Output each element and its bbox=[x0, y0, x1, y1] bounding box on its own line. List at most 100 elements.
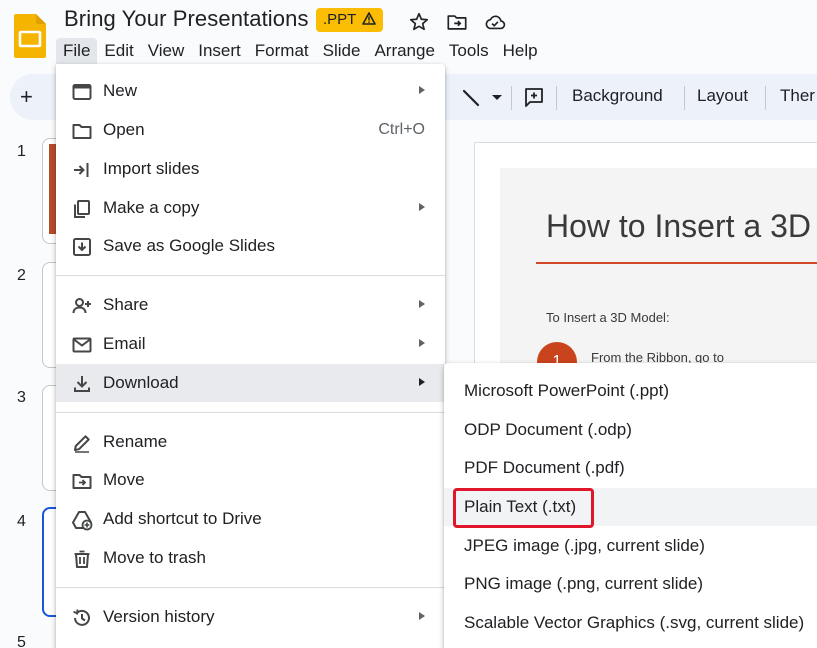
menu-item-label: Email bbox=[103, 334, 146, 353]
menu-divider bbox=[56, 412, 445, 413]
menu-item-label: Add shortcut to Drive bbox=[103, 509, 262, 528]
submenu-item-label: PNG image (.png, current slide) bbox=[464, 574, 704, 593]
file-menu-move-to-trash[interactable]: Move to trash bbox=[56, 539, 445, 577]
menu-bar: File Edit View Insert Format Slide Arran… bbox=[56, 38, 545, 64]
file-menu-move[interactable]: Move bbox=[56, 461, 445, 499]
toolbar-divider bbox=[556, 86, 557, 110]
trash-icon bbox=[74, 550, 90, 568]
theme-button[interactable]: Ther bbox=[780, 86, 815, 106]
warning-icon bbox=[362, 12, 377, 25]
submenu-arrow-icon bbox=[419, 612, 425, 620]
submenu-item-label: PDF Document (.pdf) bbox=[464, 458, 625, 477]
highlight-annotation-box bbox=[453, 488, 594, 528]
slide-heading[interactable]: How to Insert a 3D bbox=[546, 208, 811, 245]
menu-item-label: Open bbox=[103, 120, 145, 139]
download-icon bbox=[74, 376, 90, 392]
menu-arrange[interactable]: Arrange bbox=[367, 38, 441, 64]
slide-number: 5 bbox=[17, 634, 26, 648]
submenu-arrow-icon bbox=[419, 300, 425, 308]
menu-item-label: Download bbox=[103, 373, 179, 392]
file-menu-rename[interactable]: Rename bbox=[56, 423, 445, 461]
file-menu-share[interactable]: Share bbox=[56, 286, 445, 324]
cloud-saved-icon[interactable] bbox=[484, 11, 506, 33]
add-comment-icon[interactable] bbox=[523, 86, 545, 108]
slide-number: 1 bbox=[17, 143, 26, 160]
copy-icon bbox=[74, 200, 90, 218]
file-menu-open[interactable]: Open Ctrl+O bbox=[56, 111, 445, 149]
submenu-arrow-icon bbox=[419, 203, 425, 211]
slide-subheading[interactable]: To Insert a 3D Model: bbox=[546, 310, 670, 325]
file-menu-import-slides[interactable]: Import slides bbox=[56, 150, 445, 188]
line-tool-icon[interactable] bbox=[460, 87, 482, 109]
toolbar-divider bbox=[684, 86, 685, 110]
pencil-icon bbox=[74, 435, 90, 453]
slide-heading-underline bbox=[536, 262, 817, 264]
menu-item-label: Move bbox=[103, 470, 145, 489]
folder-icon bbox=[72, 124, 92, 139]
download-svg-option[interactable]: Scalable Vector Graphics (.svg, current … bbox=[444, 604, 817, 642]
download-pdf-option[interactable]: PDF Document (.pdf) bbox=[444, 449, 817, 487]
new-slides-icon bbox=[72, 84, 92, 100]
submenu-arrow-icon bbox=[419, 339, 425, 347]
menu-divider bbox=[56, 587, 445, 588]
menu-slide[interactable]: Slide bbox=[316, 38, 368, 64]
chevron-down-icon[interactable] bbox=[491, 94, 503, 102]
new-slide-plus-icon[interactable]: + bbox=[20, 84, 33, 110]
layout-button[interactable]: Layout bbox=[697, 86, 748, 106]
menu-item-label: Rename bbox=[103, 432, 168, 451]
file-menu-new[interactable]: New bbox=[56, 72, 445, 110]
menu-insert[interactable]: Insert bbox=[191, 38, 248, 64]
submenu-item-label: Microsoft PowerPoint (.ppt) bbox=[464, 381, 670, 400]
menu-file[interactable]: File bbox=[56, 38, 98, 64]
file-menu-download[interactable]: Download bbox=[56, 364, 445, 402]
menu-tools[interactable]: Tools bbox=[442, 38, 496, 64]
menu-edit[interactable]: Edit bbox=[97, 38, 140, 64]
document-title[interactable]: Bring Your Presentations bbox=[64, 6, 309, 32]
menu-item-label: Make a copy bbox=[103, 198, 200, 217]
slide-number: 3 bbox=[17, 389, 26, 406]
background-button[interactable]: Background bbox=[572, 86, 663, 106]
file-menu-save-as-google-slides[interactable]: Save as Google Slides bbox=[56, 227, 445, 265]
history-icon bbox=[73, 609, 90, 626]
menu-item-label: Save as Google Slides bbox=[103, 236, 275, 255]
menu-item-label: New bbox=[103, 81, 138, 100]
menu-item-label: Move to trash bbox=[103, 548, 206, 567]
file-menu-dropdown: New Open Ctrl+O Import slides Make a cop… bbox=[56, 64, 445, 648]
email-icon bbox=[72, 337, 92, 353]
menu-help[interactable]: Help bbox=[496, 38, 545, 64]
file-menu-version-history[interactable]: Version history bbox=[56, 598, 445, 636]
move-folder-icon bbox=[72, 474, 92, 489]
download-odp-option[interactable]: ODP Document (.odp) bbox=[444, 411, 817, 449]
keyboard-shortcut: Ctrl+O bbox=[378, 121, 425, 138]
download-png-option[interactable]: PNG image (.png, current slide) bbox=[444, 565, 817, 603]
move-folder-icon[interactable] bbox=[446, 11, 468, 33]
file-menu-make-copy[interactable]: Make a copy bbox=[56, 189, 445, 227]
submenu-item-label: ODP Document (.odp) bbox=[464, 420, 632, 439]
ppt-file-badge[interactable]: .PPT bbox=[316, 8, 384, 32]
share-person-icon bbox=[72, 298, 91, 314]
download-jpg-option[interactable]: JPEG image (.jpg, current slide) bbox=[444, 527, 817, 565]
menu-item-label: Version history bbox=[103, 607, 215, 626]
toolbar-divider bbox=[765, 86, 766, 110]
badge-label: .PPT bbox=[323, 11, 357, 28]
menu-view[interactable]: View bbox=[141, 38, 192, 64]
menu-item-label: Share bbox=[103, 295, 149, 314]
menu-divider bbox=[56, 275, 445, 276]
submenu-arrow-icon bbox=[419, 86, 425, 94]
toolbar-divider bbox=[511, 86, 512, 110]
google-slides-logo-icon[interactable] bbox=[14, 14, 46, 58]
download-pptx-option[interactable]: Microsoft PowerPoint (.ppt) bbox=[444, 372, 817, 410]
import-icon bbox=[74, 163, 89, 177]
submenu-item-label: Scalable Vector Graphics (.svg, current … bbox=[464, 613, 805, 632]
file-menu-email[interactable]: Email bbox=[56, 325, 445, 363]
submenu-item-label: JPEG image (.jpg, current slide) bbox=[464, 536, 705, 555]
save-download-icon bbox=[73, 238, 91, 256]
submenu-arrow-icon bbox=[419, 378, 425, 386]
menu-format[interactable]: Format bbox=[248, 38, 316, 64]
drive-shortcut-icon bbox=[72, 511, 93, 531]
star-icon[interactable] bbox=[408, 11, 430, 33]
file-menu-add-shortcut[interactable]: Add shortcut to Drive bbox=[56, 500, 445, 538]
slide-number: 2 bbox=[17, 267, 26, 284]
slide-number: 4 bbox=[17, 513, 26, 530]
menu-item-label: Import slides bbox=[103, 159, 200, 178]
